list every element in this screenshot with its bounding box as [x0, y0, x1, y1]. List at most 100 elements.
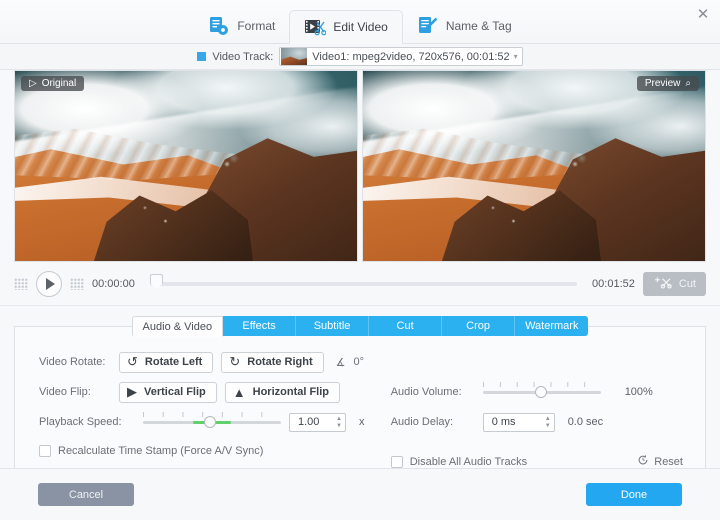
- rotate-left-button[interactable]: ↺ Rotate Left: [119, 351, 214, 373]
- transport-bar: 00:00:00 00:01:52 Cut: [0, 262, 720, 306]
- tab-edit-video-label: Edit Video: [333, 20, 388, 34]
- tab-name-tag-label: Name & Tag: [445, 19, 512, 33]
- dialog-footer: Cancel Done: [0, 468, 720, 520]
- audio-delay-label: Audio Delay:: [390, 416, 454, 428]
- subtab-crop-label: Crop: [466, 320, 490, 332]
- edit-video-icon: [304, 17, 327, 37]
- audio-settings-column: Audio Volume: 100% Audio Delay: 0 ms ▲ ▼ …: [381, 347, 705, 471]
- disable-all-audio-checkbox[interactable]: [390, 455, 403, 468]
- tab-format-label: Format: [237, 19, 276, 33]
- vertical-flip-icon: ▶: [127, 384, 137, 399]
- chevron-down-icon[interactable]: ▾: [514, 52, 518, 61]
- playback-speed-value: 1.00: [298, 416, 320, 428]
- tab-edit-video[interactable]: Edit Video: [289, 10, 403, 44]
- preview-output-pane[interactable]: Preview ⌕: [362, 70, 706, 262]
- cancel-button-label: Cancel: [68, 488, 104, 501]
- audio-delay-stepper[interactable]: 0 ms ▲ ▼: [482, 412, 555, 432]
- timeline-handle[interactable]: [150, 273, 163, 290]
- audio-volume-row: Audio Volume: 100%: [391, 377, 705, 407]
- rotate-right-icon: ↻: [229, 354, 241, 369]
- subtab-zone: Audio & Video Effects Subtitle Cut Crop …: [0, 306, 720, 337]
- playback-speed-knob[interactable]: [203, 416, 216, 428]
- cut-button-label: Cut: [678, 277, 696, 290]
- timeline-track[interactable]: [150, 281, 577, 286]
- playback-speed-stepper[interactable]: 1.00 ▲ ▼: [289, 412, 346, 432]
- playback-speed-unit: x: [358, 416, 365, 428]
- main-tabs: Format Edit Video Name & Tag: [194, 9, 526, 44]
- playback-speed-slider[interactable]: [143, 412, 281, 431]
- original-badge-label: Original: [41, 78, 77, 89]
- audio-delay-value: 0 ms: [491, 416, 516, 428]
- rotate-left-label: Rotate Left: [144, 356, 203, 368]
- subtab-audio-video-label: Audio & Video: [142, 320, 213, 333]
- play-triangle-icon: ▷: [29, 78, 37, 89]
- horizontal-flip-button[interactable]: ▲ Horizontal Flip: [224, 381, 341, 403]
- audio-delay-seconds: 0.0 sec: [567, 416, 604, 428]
- original-preview-pane[interactable]: ▷ Original: [14, 70, 358, 262]
- rotate-right-button[interactable]: ↻ Rotate Right: [221, 351, 324, 373]
- cut-button[interactable]: Cut: [642, 271, 706, 296]
- rotate-angle-value: 0°: [353, 356, 365, 368]
- audio-volume-value: 100%: [624, 386, 653, 398]
- tab-format[interactable]: Format: [194, 9, 289, 43]
- recalculate-timestamp-row[interactable]: Recalculate Time Stamp (Force A/V Sync): [39, 445, 381, 457]
- preview-area: ▷ Original Preview ⌕: [0, 70, 720, 262]
- preview-video-frame: [363, 71, 705, 261]
- preview-badge: Preview ⌕: [636, 76, 699, 91]
- subtab-subtitle-label: Subtitle: [313, 320, 351, 332]
- play-icon: [45, 277, 55, 290]
- reset-label: Reset: [654, 455, 683, 468]
- video-settings-column: Video Rotate: ↺ Rotate Left ↻ Rotate Rig…: [15, 347, 381, 471]
- audio-delay-stepper-arrows-icon[interactable]: ▲ ▼: [545, 416, 551, 429]
- angle-icon: ∡: [335, 356, 346, 369]
- play-button[interactable]: [36, 270, 62, 297]
- original-badge: ▷ Original: [21, 76, 85, 91]
- timeline-slider[interactable]: [150, 273, 577, 294]
- close-icon[interactable]: ✕: [690, 2, 716, 26]
- grip-right-icon[interactable]: [70, 277, 84, 290]
- subtab-crop[interactable]: Crop: [442, 316, 516, 336]
- reset-button[interactable]: Reset: [637, 454, 705, 469]
- disable-audio-row: Disable All Audio Tracks Reset: [390, 454, 705, 469]
- subtab-effects-label: Effects: [242, 320, 276, 332]
- stepper-arrows-icon[interactable]: ▲ ▼: [336, 416, 342, 429]
- format-icon: [208, 16, 230, 36]
- total-time: 00:01:52: [592, 277, 635, 290]
- grip-left-icon[interactable]: [14, 277, 28, 290]
- playback-speed-label: Playback Speed:: [39, 416, 122, 428]
- subtab-cut[interactable]: Cut: [369, 316, 443, 336]
- video-flip-label: Video Flip:: [39, 386, 91, 398]
- video-track-label: Video Track:: [212, 50, 274, 63]
- horizontal-flip-icon: ▲: [232, 384, 246, 400]
- current-time: 00:00:00: [92, 277, 135, 290]
- video-track-selected-value: Video1: mpeg2video, 720x576, 00:01:52: [312, 50, 510, 63]
- rotate-left-icon: ↺: [127, 354, 138, 369]
- add-scissors-icon: [653, 276, 673, 292]
- video-flip-row: Video Flip: ▶ Vertical Flip ▲ Horizontal…: [39, 377, 381, 407]
- preview-badge-label: Preview: [644, 78, 681, 89]
- audio-volume-slider[interactable]: [482, 382, 601, 401]
- subtab-audio-video[interactable]: Audio & Video: [131, 316, 224, 337]
- video-track-bar: Video Track: Video1: mpeg2video, 720x576…: [0, 44, 720, 70]
- playback-speed-row: Playback Speed: 1.00 ▲ ▼ x: [39, 407, 381, 437]
- audio-volume-knob[interactable]: [534, 386, 547, 398]
- video-track-marker-icon: [197, 52, 207, 61]
- reset-icon: [637, 454, 649, 469]
- subtab-watermark-label: Watermark: [525, 320, 579, 332]
- subtab-subtitle[interactable]: Subtitle: [296, 316, 370, 336]
- video-rotate-row: Video Rotate: ↺ Rotate Left ↻ Rotate Rig…: [39, 347, 381, 377]
- subtab-watermark[interactable]: Watermark: [515, 316, 589, 336]
- window-titlebar: ✕ Format Edit Video Name & Tag: [0, 0, 720, 44]
- name-tag-icon: [417, 16, 439, 36]
- video-track-select[interactable]: Video1: mpeg2video, 720x576, 00:01:52 ▾: [279, 47, 523, 66]
- subtab-effects[interactable]: Effects: [223, 316, 297, 336]
- subtab-cut-label: Cut: [396, 320, 414, 332]
- vertical-flip-button[interactable]: ▶ Vertical Flip: [119, 381, 217, 403]
- cancel-button[interactable]: Cancel: [38, 483, 134, 506]
- video-track-thumbnail: [281, 48, 308, 65]
- done-button[interactable]: Done: [586, 483, 682, 506]
- tab-name-tag[interactable]: Name & Tag: [403, 9, 526, 43]
- audio-volume-label: Audio Volume:: [390, 386, 462, 398]
- recalculate-timestamp-checkbox[interactable]: [39, 445, 51, 457]
- rotate-right-label: Rotate Right: [247, 356, 313, 368]
